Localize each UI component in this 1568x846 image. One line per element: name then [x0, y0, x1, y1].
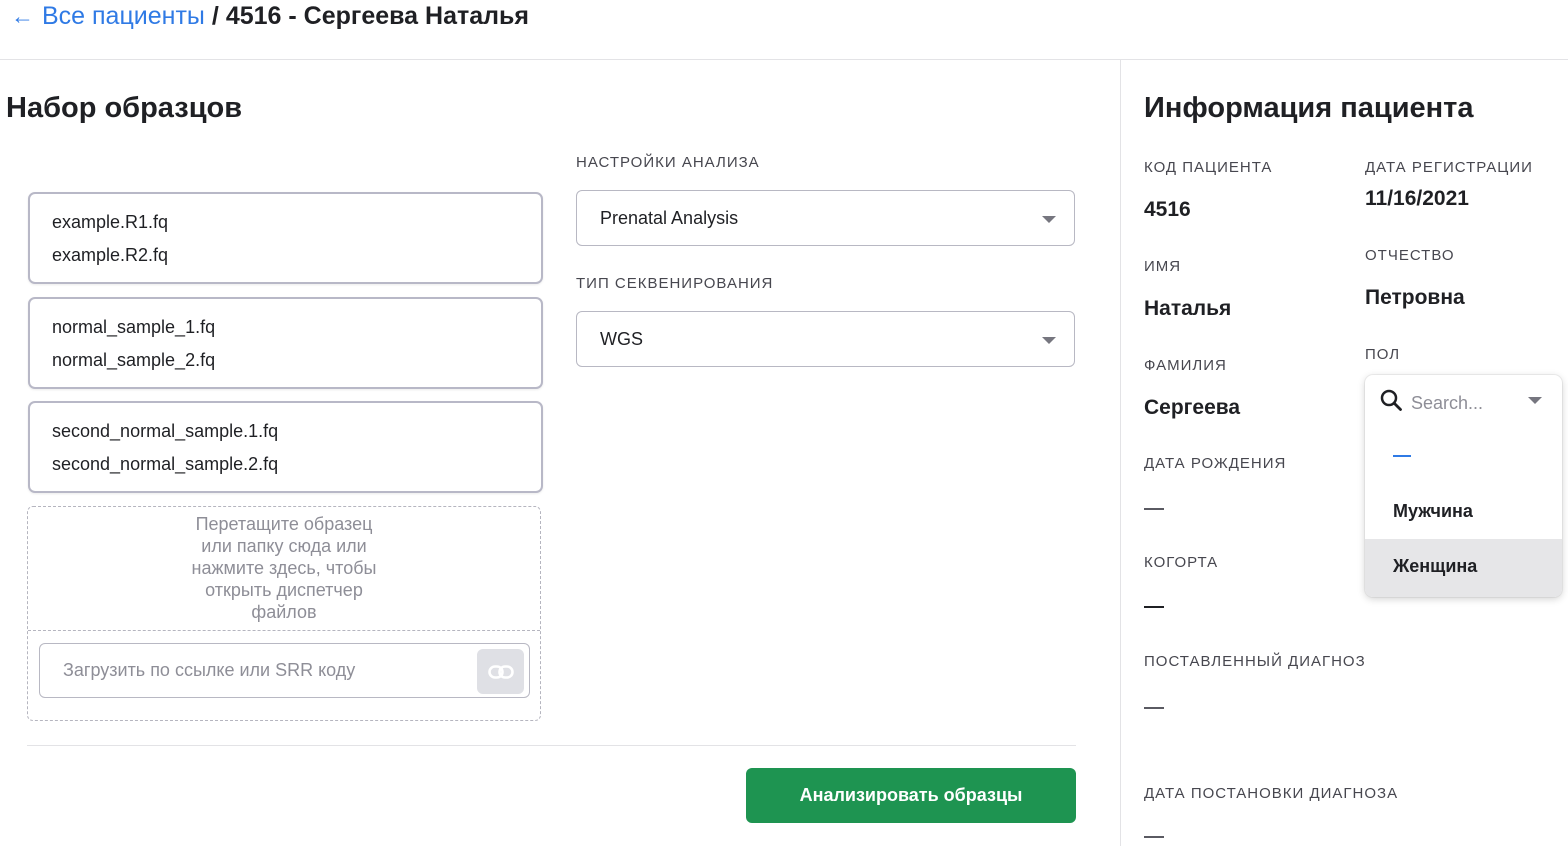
analyze-samples-button[interactable]: Анализировать образцы: [746, 768, 1076, 823]
registration-date-value: 11/16/2021: [1365, 187, 1469, 210]
back-link-label[interactable]: Все пациенты: [42, 2, 205, 31]
chevron-down-icon: [1042, 337, 1056, 344]
dropzone-divider: [28, 630, 540, 631]
diagnosis-label: ПОСТАВЛЕННЫЙ ДИАГНОЗ: [1144, 653, 1366, 670]
diagnosis-empty[interactable]: [1144, 707, 1164, 709]
url-input-container: [39, 643, 530, 698]
sample-file-name: example.R2.fq: [52, 245, 169, 265]
gender-option-empty[interactable]: [1365, 429, 1562, 484]
chevron-down-icon: [1042, 216, 1056, 223]
gender-option-label: Мужчина: [1393, 501, 1473, 521]
back-arrow-icon[interactable]: ←: [11, 3, 34, 30]
birth-date-label: ДАТА РОЖДЕНИЯ: [1144, 455, 1287, 472]
breadcrumb-separator: /: [211, 1, 219, 30]
gender-dropdown[interactable]: Мужчина Женщина: [1365, 375, 1562, 597]
sequencing-type-select[interactable]: WGS: [576, 311, 1075, 367]
cohort-empty[interactable]: [1144, 606, 1164, 608]
diagnosis-date-empty[interactable]: [1144, 836, 1164, 838]
link-button[interactable]: [477, 649, 524, 694]
page-title: 4516 - Сергеева Наталья: [225, 1, 529, 30]
chevron-down-icon[interactable]: [1528, 397, 1542, 404]
patient-code-label: КОД ПАЦИЕНТА: [1144, 159, 1273, 176]
sample-file-name: example.R1.fq: [52, 212, 169, 232]
sequencing-type-value: WGS: [600, 329, 643, 349]
sample-card[interactable]: example.R1.fq example.R2.fq: [28, 192, 543, 284]
empty-option-dash: [1393, 455, 1411, 457]
patronymic-label: ОТЧЕСТВО: [1365, 247, 1455, 264]
cohort-label: КОГОРТА: [1144, 554, 1219, 571]
gender-option-label: Женщина: [1393, 556, 1478, 576]
actions-divider: [27, 745, 1076, 746]
dropzone-line: Перетащите образец: [195, 514, 373, 534]
patient-code-value: 4516: [1144, 198, 1191, 221]
dropzone-line: файлов: [251, 602, 317, 622]
dropzone-line: нажмите здесь, чтобы: [191, 558, 377, 578]
url-input[interactable]: [40, 644, 470, 697]
sequencing-type-label: ТИП СЕКВЕНИРОВАНИЯ: [576, 275, 774, 292]
sample-file-name: normal_sample_1.fq: [52, 317, 216, 337]
sample-card[interactable]: second_normal_sample.1.fq second_normal_…: [28, 401, 543, 493]
link-icon: [487, 664, 514, 679]
search-icon: [1380, 389, 1402, 411]
last-name-value[interactable]: Сергеева: [1144, 396, 1240, 420]
dropzone-line: открыть диспетчер: [205, 580, 363, 600]
birth-date-empty[interactable]: [1144, 508, 1164, 510]
analysis-settings-label: НАСТРОЙКИ АНАЛИЗА: [576, 154, 760, 171]
analysis-settings-value: Prenatal Analysis: [600, 208, 739, 228]
gender-option-selected[interactable]: Женщина: [1365, 539, 1562, 597]
patronymic-value[interactable]: Петровна: [1365, 286, 1465, 310]
dropzone-text[interactable]: Перетащите образец или папку сюда или на…: [28, 513, 540, 623]
registration-date-label: ДАТА РЕГИСТРАЦИИ: [1365, 159, 1533, 176]
breadcrumb: ← Все пациенты / 4516 - Сергеева Наталья: [11, 0, 529, 32]
gender-search-input[interactable]: [1409, 375, 1523, 431]
diagnosis-date-label: ДАТА ПОСТАНОВКИ ДИАГНОЗА: [1144, 785, 1399, 802]
analysis-settings-select[interactable]: Prenatal Analysis: [576, 190, 1075, 246]
gender-search-bar: [1365, 375, 1562, 431]
gender-label: ПОЛ: [1365, 346, 1401, 363]
sample-file-name: second_normal_sample.1.fq: [52, 421, 279, 441]
last-name-label: ФАМИЛИЯ: [1144, 357, 1227, 374]
sample-file-name: normal_sample_2.fq: [52, 350, 216, 370]
sample-file-name: second_normal_sample.2.fq: [52, 454, 279, 474]
samples-title: Набор образцов: [6, 92, 243, 124]
file-dropzone[interactable]: Перетащите образец или папку сюда или на…: [27, 506, 541, 721]
panel-divider: [1120, 60, 1121, 846]
gender-option[interactable]: Мужчина: [1365, 484, 1562, 539]
back-link[interactable]: ← Все пациенты: [11, 2, 205, 31]
sample-card[interactable]: normal_sample_1.fq normal_sample_2.fq: [28, 297, 543, 389]
first-name-label: ИМЯ: [1144, 258, 1182, 275]
patient-info-title: Информация пациента: [1144, 92, 1474, 124]
first-name-value[interactable]: Наталья: [1144, 297, 1231, 321]
dropzone-line: или папку сюда или: [201, 536, 367, 556]
page-header: ← Все пациенты / 4516 - Сергеева Наталья: [0, 0, 1568, 60]
